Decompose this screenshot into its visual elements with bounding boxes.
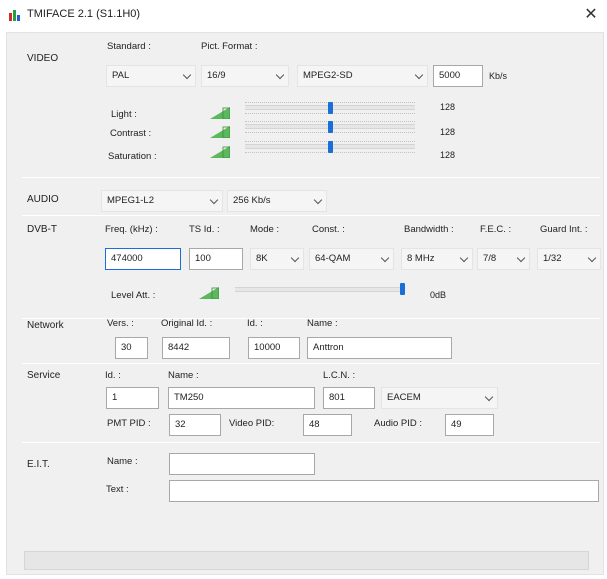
close-icon[interactable]: ✕ <box>580 4 602 26</box>
mode-select[interactable]: 8K <box>250 248 304 270</box>
constellation-select[interactable]: 64-QAM <box>309 248 394 270</box>
chevron-down-icon <box>414 70 424 80</box>
eit-section-label: E.I.T. <box>27 459 50 470</box>
level-ramp-icon <box>210 146 230 158</box>
service-name-label: Name : <box>168 370 199 381</box>
standard-select[interactable]: PAL <box>106 65 196 87</box>
section-divider <box>22 215 600 216</box>
section-divider <box>22 177 600 178</box>
chevron-down-icon <box>275 70 285 80</box>
saturation-slider-thumb[interactable] <box>327 141 333 153</box>
chevron-down-icon <box>516 253 526 263</box>
eit-text-input[interactable] <box>169 480 599 502</box>
level-ramp-icon <box>210 126 230 138</box>
section-divider <box>22 363 600 364</box>
audio-codec-select[interactable]: MPEG1-L2 <box>101 190 223 212</box>
network-name-label: Name : <box>307 318 338 329</box>
service-name-input[interactable]: TM250 <box>168 387 315 409</box>
video-pid-input[interactable]: 48 <box>303 414 352 436</box>
lcn-input[interactable]: 801 <box>323 387 375 409</box>
chevron-down-icon <box>290 253 300 263</box>
bar-chart-icon <box>9 10 21 21</box>
pmt-pid-input[interactable]: 32 <box>169 414 221 436</box>
pict-format-select[interactable]: 16/9 <box>201 65 289 87</box>
fec-label: F.E.C. : <box>480 224 512 235</box>
video-bitrate-unit: Kb/s <box>489 71 508 81</box>
network-name-input[interactable]: Anttron <box>307 337 452 359</box>
network-id-input[interactable]: 10000 <box>248 337 300 359</box>
lcn-label: L.C.N. : <box>323 370 356 381</box>
service-id-label: Id. : <box>105 370 121 381</box>
network-id-label: Id. : <box>247 318 263 329</box>
window-title: TMIFACE 2.1 (S1.1H0) <box>27 8 141 20</box>
chevron-down-icon <box>380 253 390 263</box>
contrast-slider-thumb[interactable] <box>327 121 333 133</box>
dvbt-section-label: DVB-T <box>27 224 57 235</box>
chevron-down-icon <box>587 253 597 263</box>
service-id-input[interactable]: 1 <box>106 387 159 409</box>
pict-format-label: Pict. Format : <box>201 41 258 52</box>
mode-label: Mode : <box>250 224 280 235</box>
contrast-label: Contrast : <box>110 128 152 139</box>
level-att-slider-thumb[interactable] <box>400 283 405 295</box>
guard-interval-label: Guard Int. : <box>540 224 588 235</box>
chevron-down-icon <box>209 195 219 205</box>
eit-text-label: Text : <box>106 484 129 495</box>
standard-label: Standard : <box>107 41 151 52</box>
guard-interval-select[interactable]: 1/32 <box>537 248 601 270</box>
service-section-label: Service <box>27 370 61 381</box>
level-ramp-icon <box>210 107 230 119</box>
eit-name-input[interactable] <box>169 453 315 475</box>
chevron-down-icon <box>182 70 192 80</box>
freq-label: Freq. (kHz) : <box>105 224 158 235</box>
audio-section-label: AUDIO <box>27 194 59 205</box>
eit-name-label: Name : <box>107 456 138 467</box>
audio-bitrate-select[interactable]: 256 Kb/s <box>227 190 327 212</box>
ts-id-input[interactable]: 100 <box>189 248 243 270</box>
level-att-label: Level Att. : <box>111 290 156 301</box>
audio-pid-input[interactable]: 49 <box>445 414 494 436</box>
contrast-value: 128 <box>440 127 456 137</box>
light-value: 128 <box>440 102 456 112</box>
network-version-input[interactable]: 30 <box>115 337 148 359</box>
light-slider-thumb[interactable] <box>327 102 333 114</box>
video-pid-label: Video PID: <box>229 418 275 429</box>
video-bitrate-input[interactable]: 5000 <box>433 65 483 87</box>
video-section-label: VIDEO <box>27 53 59 64</box>
section-divider <box>22 442 600 443</box>
original-id-label: Original Id. : <box>161 318 213 329</box>
bandwidth-label: Bandwidth : <box>404 224 454 235</box>
lcn-type-select[interactable]: EACEM <box>381 387 498 409</box>
audio-pid-label: Audio PID : <box>374 418 423 429</box>
level-ramp-icon <box>199 287 219 299</box>
network-vers-label: Vers. : <box>107 318 134 329</box>
chevron-down-icon <box>484 392 494 402</box>
frequency-input[interactable]: 474000 <box>105 248 181 270</box>
original-id-input[interactable]: 8442 <box>162 337 230 359</box>
ts-id-label: TS Id. : <box>189 224 220 235</box>
network-section-label: Network <box>27 320 64 331</box>
const-label: Const. : <box>312 224 345 235</box>
level-att-slider-track[interactable] <box>235 287 405 292</box>
level-att-value: 0dB <box>430 290 447 300</box>
status-bar <box>24 551 589 570</box>
video-codec-select[interactable]: MPEG2-SD <box>297 65 428 87</box>
chevron-down-icon <box>313 195 323 205</box>
light-label: Light : <box>111 109 137 120</box>
pmt-pid-label: PMT PID : <box>107 418 151 429</box>
fec-select[interactable]: 7/8 <box>477 248 530 270</box>
saturation-label: Saturation : <box>108 151 157 162</box>
bandwidth-select[interactable]: 8 MHz <box>401 248 473 270</box>
chevron-down-icon <box>459 253 469 263</box>
saturation-value: 128 <box>440 150 456 160</box>
